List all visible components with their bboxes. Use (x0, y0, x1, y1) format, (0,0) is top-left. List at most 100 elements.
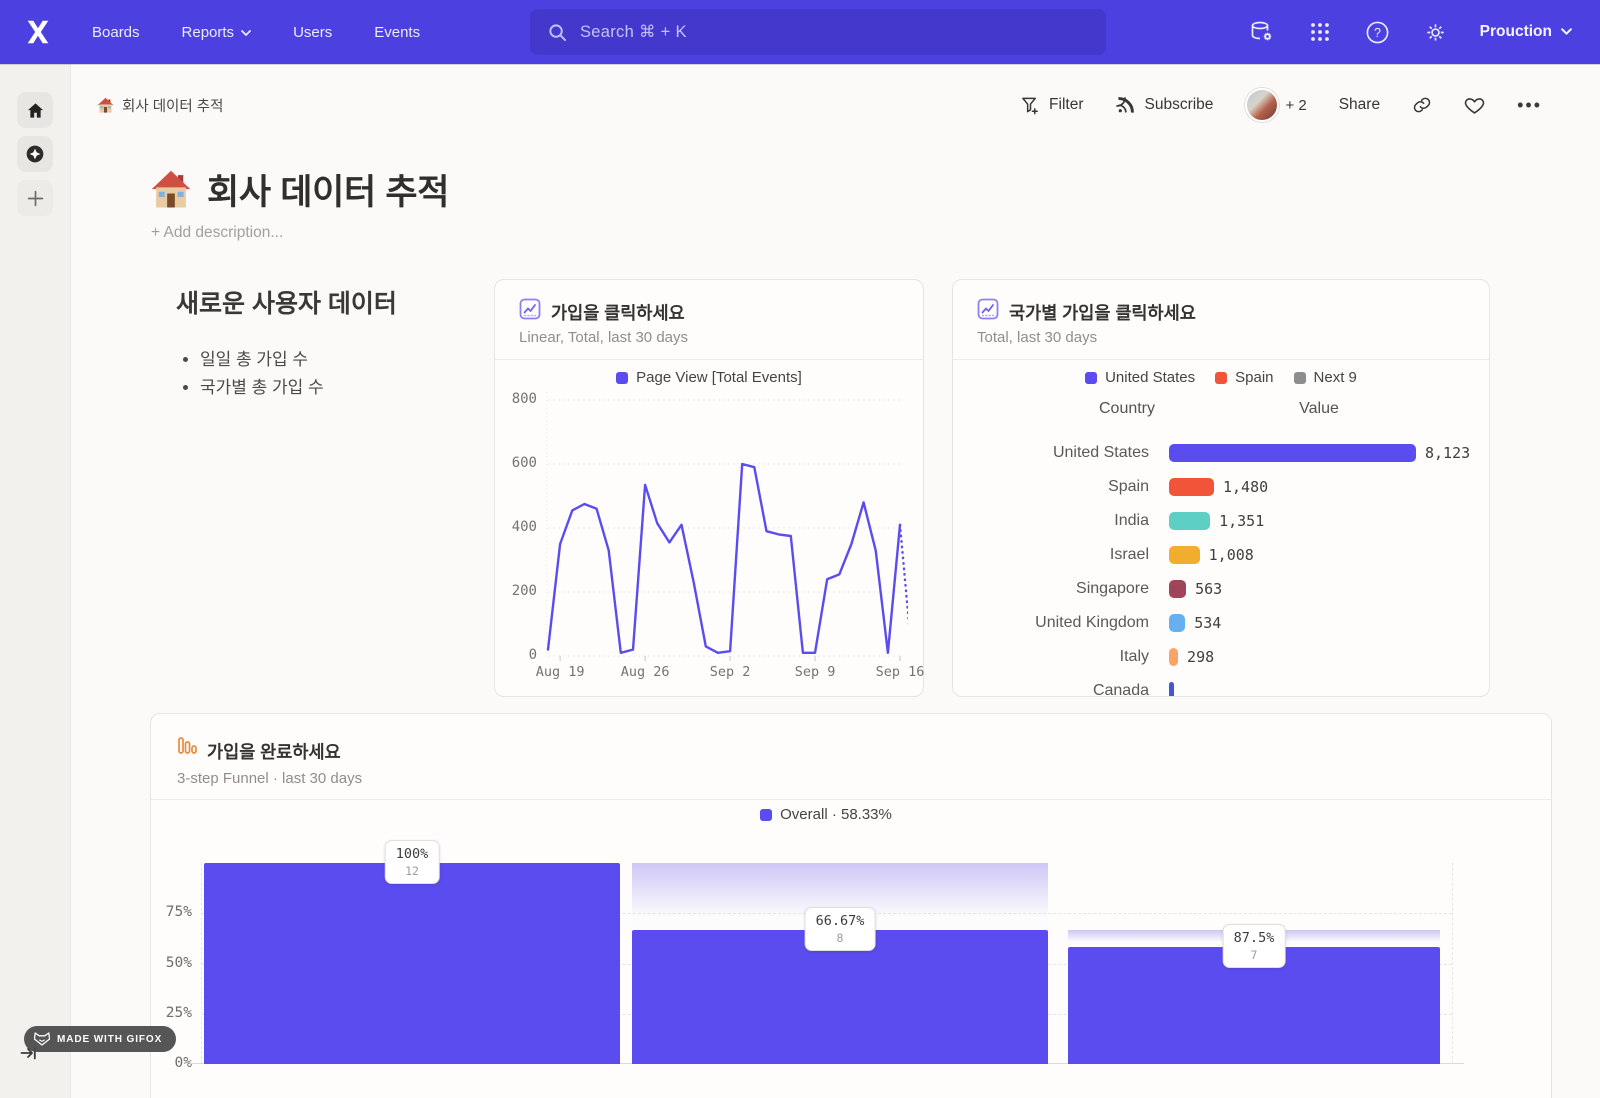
page-title-text: 회사 데이터 추적 (207, 164, 449, 215)
copy-link-button[interactable] (1412, 95, 1432, 115)
nav-users[interactable]: Users (293, 24, 332, 41)
project-selector[interactable]: Prouction (1480, 23, 1572, 41)
avatar (1245, 88, 1279, 122)
nav-events-label: Events (374, 24, 420, 41)
line-chart-card: 가입을 클릭하세요 Linear, Total, last 30 days Pa… (494, 279, 924, 697)
column-header-country: Country (1047, 400, 1207, 418)
filter-button[interactable]: Filter (1021, 96, 1083, 115)
line-series[interactable] (548, 464, 900, 653)
country-bar[interactable] (1169, 546, 1200, 564)
country-name: Italy (977, 648, 1149, 666)
y-tick-label: 600 (497, 455, 537, 471)
nav-users-label: Users (293, 24, 332, 41)
funnel-legend: Overall · 58.33% (201, 806, 1451, 823)
card-subtitle: Linear, Total, last 30 days (519, 329, 688, 346)
legend-item[interactable]: United States (1085, 369, 1195, 386)
add-description-button[interactable]: + Add description... (151, 224, 283, 242)
legend-swatch (1215, 372, 1227, 384)
funnel-bar[interactable] (204, 863, 620, 1064)
list-item: 일일 총 가입 수 (200, 346, 476, 374)
country-bar[interactable] (1169, 580, 1186, 598)
conversion-count: 12 (396, 864, 429, 878)
legend-item[interactable]: Spain (1215, 369, 1273, 386)
country-row[interactable]: Israel 1,008 (977, 538, 1481, 572)
link-icon (1412, 95, 1432, 115)
toolbar-actions: Filter Subscribe + 2 Share (1021, 88, 1542, 122)
x-tick-label: Sep 16 (868, 664, 932, 680)
heart-icon (1464, 95, 1485, 116)
primary-nav: Boards Reports Users Events (92, 24, 420, 41)
search-input[interactable]: Search ⌘ + K (530, 9, 1106, 55)
country-bar-card: 국가별 가입을 클릭하세요 Total, last 30 days United… (952, 279, 1490, 697)
country-name: United Kingdom (977, 614, 1149, 632)
sidebar-home-button[interactable] (17, 92, 53, 128)
country-name: Israel (977, 546, 1149, 564)
card-title[interactable]: 가입을 클릭하세요 (551, 300, 685, 325)
country-value: 534 (1194, 614, 1221, 632)
country-value: 563 (1195, 580, 1222, 598)
y-tick-label: 0% (152, 1055, 192, 1071)
favorite-button[interactable] (1464, 95, 1485, 116)
collaborators[interactable]: + 2 (1245, 88, 1306, 122)
y-tick-label: 400 (497, 519, 537, 535)
nav-reports[interactable]: Reports (182, 24, 252, 41)
nav-reports-label: Reports (182, 24, 235, 41)
mixpanel-logo[interactable] (22, 16, 54, 48)
grid-dots-glyph (1308, 20, 1332, 44)
sidebar-add-button[interactable] (17, 180, 53, 216)
country-bar[interactable] (1169, 614, 1185, 632)
nav-boards[interactable]: Boards (92, 24, 140, 41)
country-bar[interactable] (1169, 512, 1210, 530)
country-name: India (977, 512, 1149, 530)
country-bar[interactable] (1169, 444, 1416, 462)
funnel-badge: 87.5%7 (1223, 924, 1286, 968)
line-chart-icon (519, 298, 541, 320)
chevron-down-icon (1561, 28, 1572, 36)
card-title[interactable]: 가입을 완료하세요 (207, 739, 341, 764)
legend-item[interactable]: Next 9 (1294, 369, 1357, 386)
nav-utilities: ? Prouction (1248, 18, 1572, 46)
country-value: 1,008 (1209, 546, 1254, 564)
filter-funnel-icon (1021, 96, 1040, 115)
fox-icon (34, 1032, 50, 1046)
conversion-count: 8 (816, 931, 865, 945)
card-title[interactable]: 국가별 가입을 클릭하세요 (1009, 300, 1196, 325)
conversion-pct: 100% (396, 846, 429, 862)
country-row[interactable]: Canada (977, 674, 1481, 697)
country-bar[interactable] (1169, 478, 1214, 496)
card-subtitle: Total, last 30 days (977, 329, 1097, 346)
country-bar[interactable] (1169, 682, 1174, 697)
line-chart-plot[interactable]: Aug 19Aug 26Sep 2Sep 9Sep 16 (546, 384, 908, 674)
help-icon[interactable]: ? (1364, 18, 1392, 46)
funnel-plot: 75%50%25%0%100%1266.67%887.5%7 (201, 863, 1453, 1064)
y-tick-label: 200 (497, 583, 537, 599)
text-widget[interactable]: 새로운 사용자 데이터 일일 총 가입 수 국가별 총 가입 수 (176, 284, 476, 402)
country-bar[interactable] (1169, 648, 1178, 666)
country-row[interactable]: Italy298 (977, 640, 1481, 674)
country-row[interactable]: India1,351 (977, 504, 1481, 538)
rss-icon (1116, 95, 1136, 115)
card-subtitle: 3-step Funnel · last 30 days (177, 770, 362, 787)
y-tick-label: 75% (152, 904, 192, 920)
legend-item[interactable]: Overall · 58.33% (760, 806, 892, 823)
legend-label: Spain (1235, 369, 1273, 386)
country-row[interactable]: Singapore563 (977, 572, 1481, 606)
legend-swatch (760, 809, 772, 821)
gifox-badge[interactable]: MADE WITH GIFOX (24, 1026, 176, 1052)
apps-grid-icon[interactable] (1306, 18, 1334, 46)
country-value: 1,480 (1223, 478, 1268, 496)
country-row[interactable]: Spain1,480 (977, 470, 1481, 504)
breadcrumb[interactable]: 회사 데이터 추적 (97, 95, 223, 116)
country-row[interactable]: United States8,123 (977, 436, 1481, 470)
sidebar-explore-button[interactable] (17, 136, 53, 172)
settings-icon[interactable] (1422, 18, 1450, 46)
line-chart-svg (546, 384, 908, 674)
subscribe-button[interactable]: Subscribe (1116, 95, 1214, 115)
country-row[interactable]: United Kingdom 534 (977, 606, 1481, 640)
page-title[interactable]: 회사 데이터 추적 (150, 164, 449, 215)
share-button[interactable]: Share (1339, 96, 1380, 114)
country-rows: United States8,123Spain1,480India1,351Is… (977, 436, 1481, 697)
nav-events[interactable]: Events (374, 24, 420, 41)
data-management-icon[interactable] (1248, 18, 1276, 46)
more-menu-button[interactable]: ••• (1517, 95, 1542, 116)
